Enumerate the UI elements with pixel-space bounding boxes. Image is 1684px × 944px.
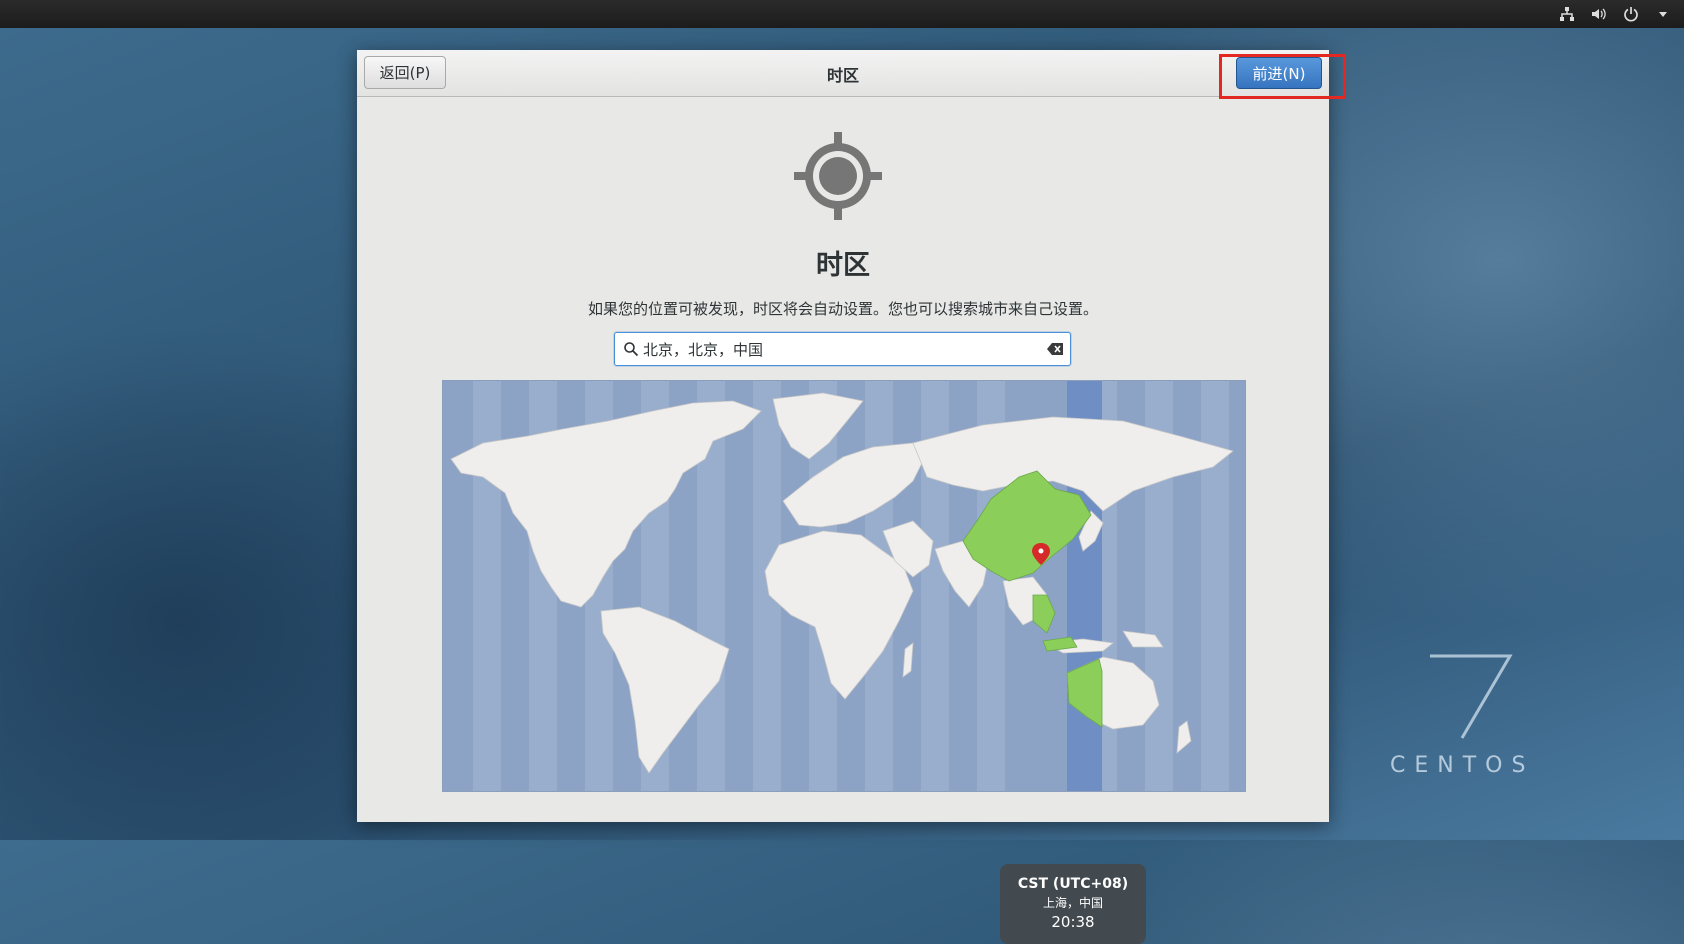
page-title: 时区 [816,250,870,281]
description-text: 如果您的位置可被发现，时区将会自动设置。您也可以搜索城市来自己设置。 [587,300,1098,318]
centos-version-numeral [1430,654,1513,739]
tooltip-location: 上海，中国 [1042,896,1103,910]
tooltip-time: 20:38 [1051,913,1095,931]
greenland-landmass [772,392,864,460]
menu-arrow-icon[interactable] [1654,5,1672,23]
system-tray [1558,0,1672,28]
power-icon[interactable] [1622,5,1640,23]
header-title: 时区 [826,66,859,85]
network-icon[interactable] [1558,5,1576,23]
installer-window: 返回(P) 时区 前进(N) 时区 如果您的位置可被发现，时区将会自动设置。您也… [357,50,1329,944]
header-bar: 返回(P) 时区 前进(N) [357,50,1329,97]
clear-icon[interactable] [1046,341,1064,357]
tooltip-zone: CST (UTC+08) [1017,876,1129,892]
timezone-tooltip: CST (UTC+08) 上海，中国 20:38 [1000,864,1146,944]
centos-logo-text: CENTOS [1390,753,1535,778]
timezone-search[interactable] [614,332,1071,366]
top-bar [0,0,1684,28]
location-target-icon [794,132,882,220]
search-input[interactable] [643,337,1033,361]
world-map[interactable]: CST (UTC+08) 上海，中国 20:38 [442,380,1246,944]
next-button-highlight [1219,54,1346,99]
map-graphic[interactable] [443,381,1245,791]
volume-icon[interactable] [1590,5,1608,23]
search-icon [624,342,639,357]
